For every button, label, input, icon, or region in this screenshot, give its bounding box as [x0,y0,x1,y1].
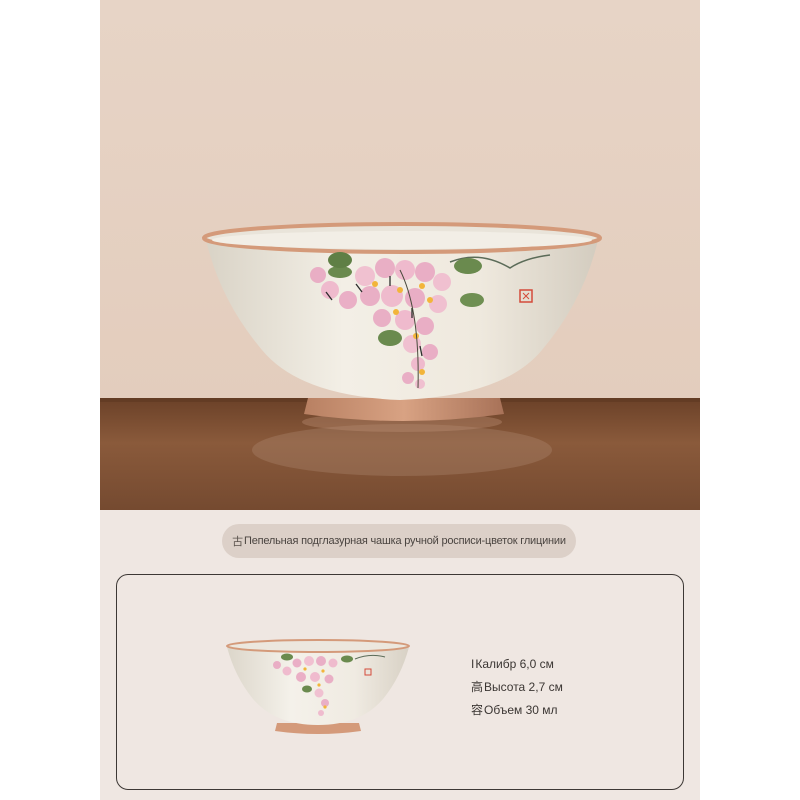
spec-glyph: 高 [471,680,484,694]
spec-glyph: 容 [471,703,484,717]
product-title: 古 Пепельная подглазурная чашка ручной рос… [222,524,576,558]
spec-text: Высота 2,7 см [484,680,563,694]
product-title-text: Пепельная подглазурная чашка ручной росп… [243,535,566,547]
spec-diameter: I Калибр 6,0 см [471,653,563,676]
teacup-photo [100,0,700,510]
title-glyph: 古 [232,536,243,548]
spec-list: I Калибр 6,0 см 高 Высота 2,7 см 容 Объем 30 … [471,653,563,722]
spec-height: 高 Высота 2,7 см [471,676,563,699]
spec-box: I Калибр 6,0 см 高 Высота 2,7 см 容 Объем 30 … [116,574,684,790]
product-panel: 古 Пепельная подглазурная чашка ручной рос… [100,0,700,800]
spec-volume: 容 Объем 30 мл [471,699,563,722]
spec-glyph: I [471,657,475,671]
spec-text: Объем 30 мл [484,703,558,717]
spec-text: Калибр 6,0 см [475,657,554,671]
teacup-thumbnail [226,639,410,734]
product-photo [100,0,700,510]
